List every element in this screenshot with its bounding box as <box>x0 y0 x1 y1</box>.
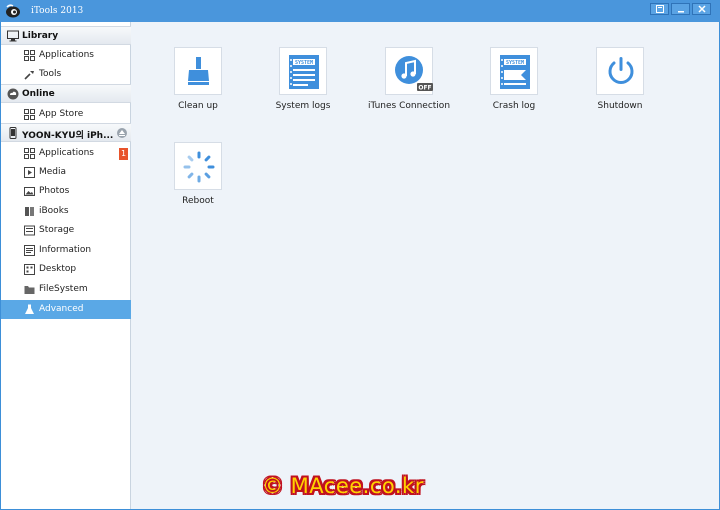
tool-label: iTunes Connection <box>367 101 451 111</box>
tool-reboot[interactable]: Reboot <box>153 142 243 222</box>
tool-label: Crash log <box>492 101 536 111</box>
apps-grid-icon <box>24 50 35 61</box>
phone-icon <box>9 127 17 139</box>
sidebar-item-label: Applications <box>39 50 94 60</box>
window-title: iTools 2013 <box>31 6 84 16</box>
tool-crash-log[interactable]: SYSTEM Crash log <box>469 47 559 127</box>
sidebar-item-label: Advanced <box>39 304 84 314</box>
sidebar-item-photos[interactable]: Photos <box>1 182 131 201</box>
sidebar-item-label: FileSystem <box>39 284 88 294</box>
sidebar-item-storage[interactable]: Storage <box>1 221 131 240</box>
tool-icon-box: SYSTEM <box>279 47 327 95</box>
tool-clean-up[interactable]: Clean up <box>153 47 243 127</box>
sidebar: Library Applications Tools Online App St… <box>1 22 131 509</box>
advanced-tools-panel: Clean up SYSTEM System logs OFF iTunes C… <box>132 22 719 509</box>
tool-shutdown[interactable]: Shutdown <box>575 47 665 127</box>
apps-grid-icon <box>24 148 35 159</box>
sidebar-item-label: Tools <box>39 69 62 79</box>
tool-icon-text: SYSTEM <box>506 60 524 66</box>
sidebar-item-label: Desktop <box>39 264 77 274</box>
tool-label: System logs <box>275 101 331 111</box>
tool-label: Clean up <box>178 101 218 111</box>
apps-grid-icon <box>24 109 35 120</box>
power-icon <box>608 57 634 84</box>
sidebar-item-label: Storage <box>39 225 75 235</box>
close-icon <box>697 5 706 13</box>
sidebar-item-label: App Store <box>39 109 84 119</box>
tool-system-logs[interactable]: SYSTEM System logs <box>258 47 348 127</box>
sidebar-item-media[interactable]: Media <box>1 163 131 182</box>
tool-label: Shutdown <box>597 101 643 111</box>
sidebar-item-tools[interactable]: Tools <box>1 65 131 84</box>
sidebar-item-label: Applications <box>39 148 94 158</box>
sidebar-item-device-applications[interactable]: Applications 1 <box>1 144 131 163</box>
info-icon <box>24 245 35 256</box>
sidebar-item-label: Media <box>39 167 67 177</box>
eject-icon[interactable] <box>117 128 127 138</box>
restore-button[interactable] <box>650 3 669 15</box>
monitor-icon <box>7 30 19 42</box>
minimize-icon <box>677 11 684 13</box>
close-button[interactable] <box>692 3 711 15</box>
crash-log-icon: SYSTEM <box>500 55 530 89</box>
desktop-icon <box>24 264 35 275</box>
tool-icon-box <box>596 47 644 95</box>
connection-status: OFF <box>418 85 431 92</box>
cloud-icon <box>7 88 19 100</box>
sidebar-item-desktop[interactable]: Desktop <box>1 260 131 279</box>
sidebar-section-label: Library <box>22 31 59 41</box>
folder-icon <box>24 286 35 294</box>
restore-icon <box>655 5 664 13</box>
sidebar-item-label: Information <box>39 245 92 255</box>
main-frame: Library Applications Tools Online App St… <box>1 22 719 509</box>
tool-itunes-connection[interactable]: OFF iTunes Connection <box>364 47 454 127</box>
wrench-icon <box>24 71 34 80</box>
sidebar-section-device[interactable]: YOON-KYU의 iPh... <box>1 123 131 142</box>
sidebar-item-information[interactable]: Information <box>1 241 131 260</box>
sidebar-item-library-applications[interactable]: Applications <box>1 46 131 65</box>
tool-icon-box: SYSTEM <box>490 47 538 95</box>
sidebar-section-online[interactable]: Online <box>1 84 131 103</box>
window-controls <box>650 3 711 15</box>
sidebar-item-app-store[interactable]: App Store <box>1 105 131 124</box>
broom-icon <box>188 57 209 85</box>
tool-icon-box <box>174 142 222 190</box>
itunes-icon: OFF <box>395 56 433 92</box>
sidebar-item-label: Photos <box>39 186 70 196</box>
sidebar-item-filesystem[interactable]: FileSystem <box>1 280 131 299</box>
title-bar: iTools 2013 <box>0 0 720 22</box>
tool-icon-text: SYSTEM <box>295 60 313 66</box>
sidebar-item-ibooks[interactable]: iBooks <box>1 202 131 221</box>
media-icon <box>24 167 35 178</box>
storage-icon <box>24 225 35 236</box>
sidebar-section-library[interactable]: Library <box>1 26 131 45</box>
sidebar-section-label: Online <box>22 89 55 99</box>
flask-icon <box>25 304 34 314</box>
tool-icon-box: OFF <box>385 47 433 95</box>
spinner-icon <box>183 151 215 183</box>
book-icon <box>25 207 34 216</box>
sidebar-item-advanced[interactable]: Advanced <box>1 300 131 319</box>
sidebar-item-label: iBooks <box>39 206 69 216</box>
minimize-button[interactable] <box>671 3 690 15</box>
notification-badge: 1 <box>119 148 128 160</box>
watermark: © MAcee.co.kr <box>262 474 424 498</box>
itools-logo-icon <box>6 4 20 18</box>
photos-icon <box>24 187 35 196</box>
device-name: YOON-KYU의 iPh... <box>22 131 114 141</box>
tool-label: Reboot <box>182 196 214 206</box>
system-log-icon: SYSTEM <box>289 55 319 89</box>
tool-icon-box <box>174 47 222 95</box>
